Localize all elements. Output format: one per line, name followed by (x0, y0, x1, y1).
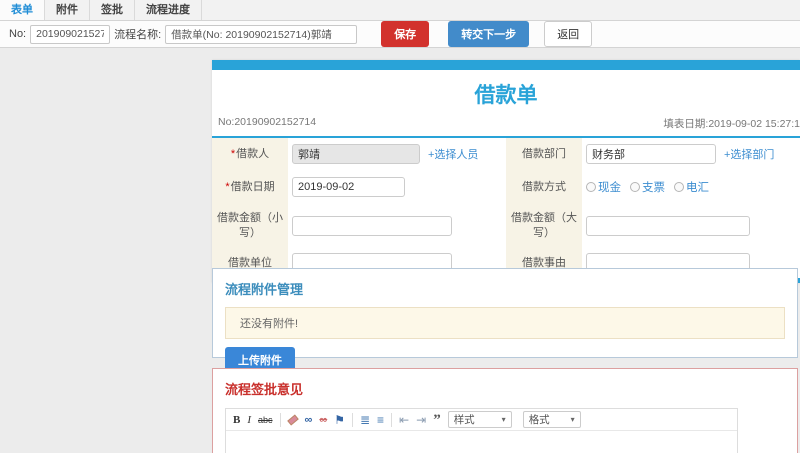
borrower-input[interactable] (292, 144, 420, 164)
no-input[interactable] (30, 24, 111, 44)
panel-top-bar (212, 60, 800, 70)
form-no-text: No:20190902152714 (218, 116, 317, 128)
tab-form[interactable]: 表单 (0, 0, 45, 20)
link-icon[interactable]: ∞ (305, 413, 313, 427)
tab-attachments[interactable]: 附件 (45, 0, 90, 20)
chevron-down-icon: ▾ (501, 415, 506, 424)
toolbar-separator (279, 412, 281, 427)
editor-toolbar: B I abc ∞ ∞ ⚑ ≣ ≡ ⇤ ⇥ ” 样式 ▾ 格式 ▾ (226, 409, 737, 431)
styles-dropdown[interactable]: 样式 ▾ (447, 411, 512, 428)
approval-opinion-panel: 流程签批意见 B I abc ∞ ∞ ⚑ ≣ ≡ ⇤ ⇥ ” 样式 ▾ 格式 ▾ (212, 368, 798, 453)
page-title: 借款单 (474, 84, 538, 107)
radio-cash[interactable]: 现金 (586, 179, 621, 195)
select-department-link[interactable]: +选择部门 (724, 146, 774, 162)
top-tab-bar: 表单 附件 签批 流程进度 (0, 0, 800, 21)
department-input[interactable] (586, 144, 716, 164)
toolbar-separator (391, 412, 393, 427)
back-button[interactable]: 返回 (544, 21, 593, 47)
no-label: No: (9, 28, 27, 40)
tab-process-progress[interactable]: 流程进度 (135, 0, 202, 20)
forward-next-step-button[interactable]: 转交下一步 (448, 21, 530, 47)
loan-method-label: 借款方式 (506, 170, 582, 204)
remove-format-icon[interactable] (286, 413, 299, 427)
chevron-down-icon: ▾ (570, 415, 575, 424)
tab-approval[interactable]: 签批 (90, 0, 135, 20)
italic-icon[interactable]: I (247, 413, 251, 427)
blockquote-icon[interactable]: ” (433, 412, 441, 427)
form-grid: *借款人 +选择人员 *借款日期 借款金额（小写） (212, 138, 800, 278)
unlink-icon[interactable]: ∞ (319, 413, 327, 427)
bold-icon[interactable]: B (233, 413, 240, 427)
anchor-icon[interactable]: ⚑ (334, 413, 345, 427)
editor-content-area[interactable] (226, 431, 737, 453)
loan-date-label: *借款日期 (212, 170, 288, 204)
no-attachment-alert: 还没有附件! (225, 307, 785, 339)
amount-uppercase-input[interactable] (586, 216, 750, 236)
department-label: 借款部门 (506, 138, 582, 170)
radio-circle-icon[interactable] (674, 182, 684, 192)
amount-uppercase-label: 借款金额（大写） (506, 204, 582, 248)
loan-form-panel: 借款单 No:20190902152714 填表日期:2019-09-02 15… (212, 60, 800, 283)
radio-circle-icon[interactable] (586, 182, 596, 192)
radio-wire-transfer[interactable]: 电汇 (674, 179, 709, 195)
outdent-icon[interactable]: ⇤ (399, 413, 409, 427)
amount-lowercase-input[interactable] (292, 216, 452, 236)
strikethrough-icon[interactable]: abc (258, 413, 273, 427)
form-meta-row: No:20190902152714 填表日期:2019-09-02 15:27:… (212, 114, 800, 136)
radio-circle-icon[interactable] (630, 182, 640, 192)
toolbar-separator (351, 412, 353, 427)
process-name-label: 流程名称: (114, 29, 162, 41)
save-button[interactable]: 保存 (381, 21, 430, 47)
borrower-label: *借款人 (212, 138, 288, 170)
select-person-link[interactable]: +选择人员 (428, 146, 478, 162)
toolbar: No: 流程名称: 保存 转交下一步 返回 (0, 21, 800, 48)
amount-lowercase-label: 借款金额（小写） (212, 204, 288, 248)
unordered-list-icon[interactable]: ≡ (377, 413, 384, 427)
loan-method-radio-group: 现金 支票 电汇 (586, 179, 709, 195)
process-name-input[interactable] (165, 24, 358, 44)
rich-text-editor: B I abc ∞ ∞ ⚑ ≣ ≡ ⇤ ⇥ ” 样式 ▾ 格式 ▾ (225, 408, 738, 453)
attachment-section-heading: 流程附件管理 (225, 282, 304, 297)
attachment-management-panel: 流程附件管理 还没有附件! 上传附件 (212, 268, 798, 373)
approval-opinion-heading: 流程签批意见 (225, 382, 304, 397)
ordered-list-icon[interactable]: ≣ (360, 413, 370, 427)
radio-cheque[interactable]: 支票 (630, 179, 665, 195)
format-dropdown[interactable]: 格式 ▾ (522, 411, 581, 428)
loan-date-input[interactable] (292, 177, 405, 197)
indent-icon[interactable]: ⇥ (416, 413, 426, 427)
form-date-text: 填表日期:2019-09-02 15:27:1 (663, 118, 800, 130)
